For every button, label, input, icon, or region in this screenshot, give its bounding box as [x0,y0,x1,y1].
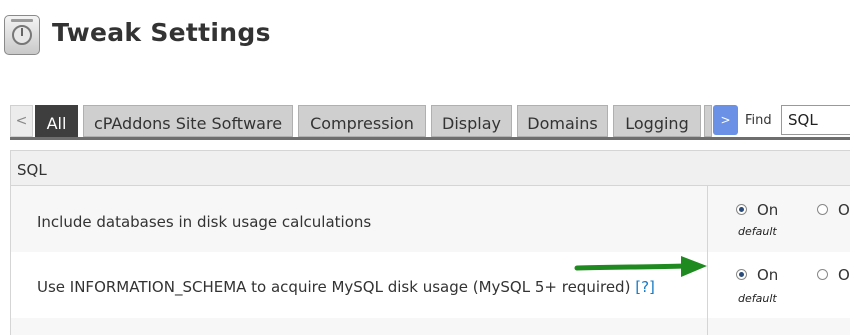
tab-bar: < All cPAddons Site Software Compression… [10,105,850,137]
tab-prev-button[interactable]: < [10,105,33,137]
tab-compression[interactable]: Compression [298,105,426,137]
off-label: O [838,201,850,219]
tab-display[interactable]: Display [431,105,512,137]
off-radio[interactable] [817,269,828,280]
tweak-settings-icon [4,15,40,55]
setting-row [11,318,850,335]
find-input[interactable] [781,105,850,135]
on-label: On [757,201,779,219]
page-title: Tweak Settings [52,18,271,47]
settings-panel: SQL Include databases in disk usage calc… [10,150,850,335]
section-title: SQL [17,161,47,179]
setting-row: Include databases in disk usage calculat… [11,186,850,252]
setting-label: Use INFORMATION_SCHEMA to acquire MySQL … [37,278,655,296]
tab-overflow[interactable] [704,105,712,137]
green-arrow-icon [574,256,707,277]
tab-next-button[interactable]: > [713,105,738,135]
tab-domains[interactable]: Domains [517,105,608,137]
tab-underline [10,137,850,140]
tab-all[interactable]: All [35,105,78,137]
on-label: On [757,266,779,284]
off-label: O [838,266,850,284]
default-label: default [738,225,777,238]
tab-cpaddons-site-software[interactable]: cPAddons Site Software [83,105,293,137]
setting-label: Include databases in disk usage calculat… [37,213,372,231]
tab-logging[interactable]: Logging [613,105,701,137]
section-header: SQL [11,150,850,186]
setting-row: Use INFORMATION_SCHEMA to acquire MySQL … [11,252,850,318]
off-radio[interactable] [817,204,828,215]
default-label: default [738,292,777,305]
on-radio[interactable] [736,269,747,280]
on-radio[interactable] [736,204,747,215]
find-label: Find [745,113,772,128]
